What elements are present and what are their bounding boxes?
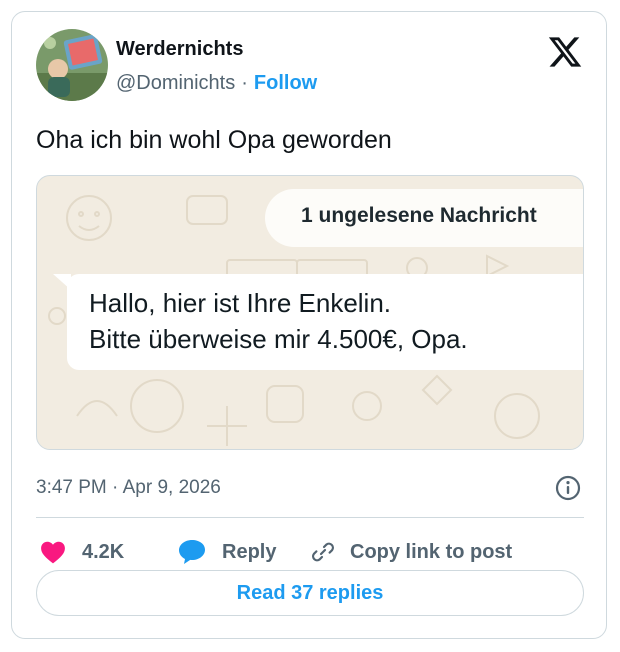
handle-row: @Dominichts · Follow	[116, 72, 317, 95]
tweet-card: Werdernichts @Dominichts · Follow Oha ich …	[11, 11, 607, 639]
media-screenshot[interactable]: 1 ungelesene Nachricht Hallo, hier ist I…	[36, 175, 584, 450]
heart-icon	[41, 541, 65, 564]
avatar[interactable]	[36, 29, 108, 101]
like-button[interactable]: 4.2K	[40, 532, 124, 572]
x-logo-icon[interactable]	[547, 34, 583, 70]
read-replies-label: Read 37 replies	[236, 581, 384, 604]
copy-link-label: Copy link to post	[350, 540, 513, 563]
reply-label: Reply	[222, 540, 277, 563]
unread-banner: 1 ungelesene Nachricht	[265, 189, 583, 247]
speech-bubble-icon	[179, 540, 205, 564]
info-icon[interactable]	[554, 474, 582, 502]
tweet-text: Oha ich bin wohl Opa geworden	[36, 126, 392, 154]
handle[interactable]: @Dominichts	[116, 72, 235, 94]
read-replies-button[interactable]: Read 37 replies	[36, 570, 584, 616]
follow-button[interactable]: Follow	[254, 72, 317, 94]
separator: ·	[241, 72, 248, 94]
message-line-2: Bitte überweise mir 4.500€, Opa.	[89, 324, 468, 354]
display-name[interactable]: Werdernichts	[116, 38, 243, 61]
message-line-1: Hallo, hier ist Ihre Enkelin.	[89, 288, 392, 318]
like-count: 4.2K	[82, 540, 125, 563]
unread-banner-text: 1 ungelesene Nachricht	[301, 204, 537, 227]
message-bubble: Hallo, hier ist Ihre Enkelin. Bitte über…	[67, 274, 583, 370]
copy-link-button[interactable]: Copy link to post	[310, 532, 512, 572]
link-icon	[312, 542, 334, 562]
reply-button[interactable]: Reply	[178, 532, 276, 572]
divider	[36, 517, 584, 518]
post-timestamp[interactable]: 3:47 PM · Apr 9, 2026	[36, 477, 221, 499]
